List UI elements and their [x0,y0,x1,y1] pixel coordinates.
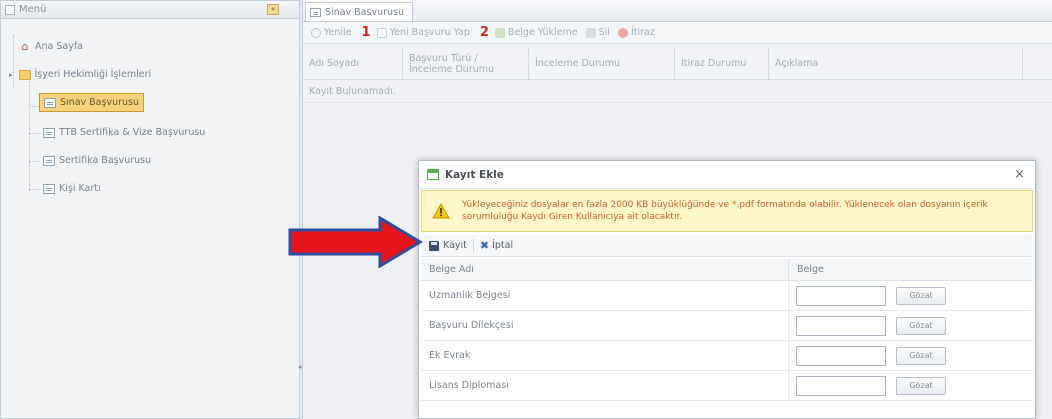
sidebar-item-label: Sertifika Başvurusu [59,155,152,166]
column-header-application-type[interactable]: Başvuru Türü / İnceleme Durumu [403,48,529,79]
menu-panel-title: Menü [19,4,47,15]
warning-line: sorumluluğu Kaydı Giren Kullanıcıya ait … [462,212,683,222]
grid-toolbar: Yenile 1 Yeni Başvuru Yap 2 Belge Yüklem… [303,22,1052,44]
warning-banner: Yükleyeceğiniz dosyalar en fazla 2000 KB… [421,190,1033,232]
table-row: Uzmanlık Belgesi Gözat [421,281,1033,311]
sidebar-item-label: Ana Sayfa [35,41,84,52]
column-header-document-name: Belge Adı [421,259,789,280]
grid-empty-message: Kayıt Bulunamadı. [303,81,1052,103]
annotation-marker-2: 2 [479,25,489,40]
new-application-label: Yeni Başvuru Yap [389,27,470,38]
save-button[interactable]: Kayıt [429,240,467,251]
cancel-label: İptal [492,240,514,251]
browse-button[interactable]: Gözat [896,316,946,335]
browse-button[interactable]: Gözat [896,376,946,395]
document-name: Başvuru Dilekçesi [421,311,789,340]
file-path-input[interactable] [796,345,886,366]
objection-icon [617,27,628,38]
collapse-panel-button[interactable]: « [267,4,279,15]
sidebar-item-workplace-physician[interactable]: ▸ İşyeri Hekimliği İşlemleri [9,69,151,80]
warning-text: Yükleyeceğiniz dosyalar en fazla 2000 KB… [462,199,988,223]
new-application-button[interactable]: Yeni Başvuru Yap [376,27,470,38]
delete-icon [585,27,596,38]
grid-header: Adı Soyadı Başvuru Türü / İnceleme Durum… [303,48,1052,80]
window-icon [427,169,439,180]
table-row: Lisans Diploması Gözat [421,371,1033,401]
menu-panel: Menü « ⌂ Ana Sayfa ▸ İşyeri Hekimliği İş… [0,0,300,419]
sidebar-item-exam-application[interactable]: Sınav Başvurusu [39,93,144,112]
page-icon [44,97,56,108]
sidebar-item-label: TTB Sertifika & Vize Başvurusu [59,127,206,138]
tab-label: Sinav Basvurusu [325,6,404,18]
sidebar-item-label: Kişi Kartı [59,183,101,194]
document-name: Lisans Diploması [421,371,789,400]
column-header-objection-status[interactable]: İtiraz Durumu [675,48,769,79]
table-row: Ek Evrak Gözat [421,341,1033,371]
splitter-handle[interactable]: ◂ [298,363,302,371]
dialog-title: Kayıt Ekle [445,168,504,181]
page-icon [43,155,55,166]
tab-bar: Sinav Basvurusu [303,0,1052,22]
page-icon [310,7,321,17]
menu-icon [5,4,15,15]
tab-exam-application[interactable]: Sinav Basvurusu [305,2,413,21]
menu-tree: ⌂ Ana Sayfa ▸ İşyeri Hekimliği İşlemleri… [1,19,299,418]
home-icon: ⌂ [21,39,29,53]
column-header-review-status[interactable]: İnceleme Durumu [529,48,675,79]
sidebar-item-person-card[interactable]: Kişi Kartı [43,183,101,194]
tree-connector [29,189,39,190]
document-table: Belge Adı Belge Uzmanlık Belgesi Gözat B… [421,259,1033,401]
annotation-arrow-icon [288,216,423,268]
document-name: Ek Evrak [421,341,789,370]
delete-label: Sil [598,27,610,38]
page-icon [43,127,55,138]
document-name: Uzmanlık Belgesi [421,281,789,310]
tree-connector [29,81,30,191]
tree-connector [29,133,39,134]
refresh-label: Yenile [324,27,352,38]
warning-icon [432,203,450,219]
document-table-header: Belge Adı Belge [421,259,1033,281]
refresh-button[interactable]: Yenile [311,27,352,38]
expand-icon: ▸ [9,70,13,79]
delete-button[interactable]: Sil [585,27,610,38]
dialog-titlebar: Kayıt Ekle [419,161,1035,189]
browse-button[interactable]: Gözat [896,346,946,365]
file-path-input[interactable] [796,315,886,336]
save-icon [429,240,439,251]
column-header-description[interactable]: Açıklama [769,48,1023,79]
upload-document-button[interactable]: Belge Yükleme [494,27,578,38]
column-header-document-file: Belge [797,264,824,275]
refresh-icon [311,27,321,38]
objection-button[interactable]: İtiraz [617,27,655,38]
browse-button[interactable]: Gözat [896,286,946,305]
sidebar-item-ttb-certificate[interactable]: TTB Sertifika & Vize Başvurusu [43,127,205,138]
tree-connector [29,161,39,162]
folder-icon [18,69,31,80]
tree-connector [29,106,39,107]
dialog-toolbar: Kayıt ✖ İptal [421,235,1033,257]
sidebar-item-label: İşyeri Hekimliği İşlemleri [34,69,152,80]
sidebar-item-label: Sınav Başvurusu [60,97,139,108]
table-row: Başvuru Dilekçesi Gözat [421,311,1033,341]
close-icon[interactable]: × [1014,168,1025,181]
toolbar-separator [472,238,474,253]
column-header-name[interactable]: Adı Soyadı [303,48,403,79]
warning-line: Yükleyeceğiniz dosyalar en fazla 2000 KB… [462,200,988,210]
menu-panel-header: Menü [1,1,299,19]
file-path-input[interactable] [796,285,886,306]
new-document-icon [376,27,387,38]
file-path-input[interactable] [796,375,886,396]
sidebar-item-certificate-application[interactable]: Sertifika Başvurusu [43,155,151,166]
annotation-marker-1: 1 [361,25,371,40]
save-label: Kayıt [443,240,467,251]
objection-label: İtiraz [630,27,655,38]
cancel-icon: ✖ [479,239,490,252]
upload-icon [494,27,505,38]
upload-document-label: Belge Yükleme [507,27,578,38]
add-record-dialog: Kayıt Ekle × Yükleyeceğiniz dosyalar en … [418,160,1036,419]
page-icon [43,183,55,194]
cancel-button[interactable]: ✖ İptal [480,239,513,252]
sidebar-item-home[interactable]: ⌂ Ana Sayfa [19,39,84,53]
